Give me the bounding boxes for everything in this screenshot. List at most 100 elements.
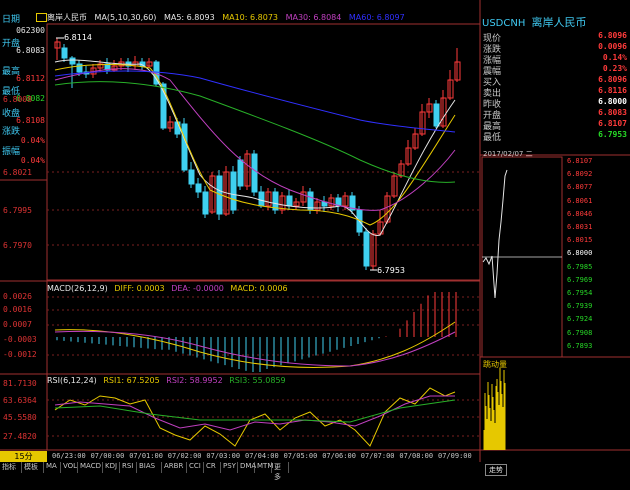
- rsi-header: RSI(6,12,24) RSI1: 67.5205 RSI2: 58.9952…: [47, 376, 286, 385]
- mini-axis-label: 6.8077: [567, 183, 593, 192]
- macd-dea: DEA: -0.0000: [171, 284, 224, 293]
- time-axis-label: 06/23:00: [52, 452, 86, 460]
- candle-body: [69, 57, 76, 65]
- mini-date: 2017/02/07 二: [483, 150, 533, 158]
- macd-axis-label: 0.0007: [3, 320, 32, 329]
- quote-row-value: 0.23%: [602, 64, 627, 73]
- high-annotation: 6.8114: [64, 33, 92, 42]
- candle-body: [251, 153, 258, 193]
- time-axis-label: 07/00:00: [90, 452, 125, 460]
- intraday-mini-chart: [482, 169, 508, 450]
- indicator-tab[interactable]: BIAS: [137, 462, 162, 473]
- quote-row-value: 6.8096: [598, 75, 627, 84]
- indicator-tab[interactable]: RSI: [120, 462, 137, 473]
- rsi-axis-label: 27.4820: [3, 432, 37, 441]
- macd-series: [54, 292, 457, 372]
- indicator-tab[interactable]: VOL: [61, 462, 78, 473]
- rsi2-value: RSI2: 58.9952: [166, 376, 223, 385]
- rsi-axis-label: 63.6364: [3, 396, 37, 405]
- ma-line: [54, 70, 456, 133]
- macd-value: MACD: 0.0006: [230, 284, 288, 293]
- indicator-tab[interactable]: MACD: [78, 462, 103, 473]
- mini-axis-label: 6.7908: [567, 328, 593, 337]
- time-axis-label: 07/08:00: [399, 452, 434, 460]
- candle-body: [195, 183, 202, 193]
- mini-axis-label: 6.7939: [567, 302, 593, 311]
- candle-body: [188, 169, 195, 185]
- symbol-title: USDCNH 离岸人民币: [482, 14, 587, 30]
- indicator-tab[interactable]: 模板: [22, 462, 44, 473]
- price-axis-label: 6.8008: [3, 95, 32, 104]
- rsi1-line: [54, 387, 456, 447]
- symbol-code: USDCNH: [482, 18, 526, 29]
- rsi2-line: [54, 395, 455, 431]
- quote-row-value: 6.8000: [598, 97, 627, 106]
- candle-body: [230, 171, 237, 211]
- macd-diff-line: [54, 321, 456, 368]
- trend-tab[interactable]: 走势: [485, 464, 507, 476]
- price-axis-label: 6.7970: [3, 241, 32, 250]
- quote-row-value: 0.14%: [602, 53, 627, 62]
- mini-axis-label: 6.7954: [567, 289, 593, 297]
- time-axis-label: 07/06:00: [322, 452, 356, 460]
- candle-body: [258, 191, 265, 207]
- mini-axis-label: 6.7969: [567, 275, 593, 284]
- low-annotation: 6.7953: [377, 266, 405, 275]
- price-axis-label: 6.8021: [3, 168, 32, 177]
- macd-axis-label: -0.0012: [3, 350, 37, 359]
- symbol-name: 离岸人民币: [531, 16, 587, 29]
- ma-line: [54, 64, 456, 226]
- indicator-tab[interactable]: 更多: [272, 462, 289, 481]
- period-selector[interactable]: 15分: [0, 451, 47, 462]
- time-axis-label: 07/04:00: [245, 452, 279, 460]
- time-axis-label: 07/01:00: [129, 452, 163, 460]
- mini-axis-label: 6.8107: [567, 157, 593, 165]
- tick-volume-label: 跳动量: [483, 360, 507, 369]
- time-axis-label: 07/05:00: [283, 452, 318, 460]
- mini-axis-label: 6.8092: [567, 170, 593, 179]
- macd-axis-label: 0.0026: [3, 292, 32, 301]
- rsi-axis-label: 81.7130: [3, 379, 37, 388]
- candle-body: [237, 159, 244, 187]
- macd-header: MACD(26,12,9) DIFF: 0.0003 DEA: -0.0000 …: [47, 284, 288, 293]
- mini-axis-label: 6.8046: [567, 209, 593, 218]
- indicator-tab[interactable]: 指标: [0, 462, 22, 473]
- macd-axis-label: -0.0003: [3, 335, 37, 344]
- time-axis-label: 07/02:00: [167, 452, 202, 460]
- indicator-tab[interactable]: PSY: [221, 462, 238, 473]
- quote-row-value: 6.8116: [598, 86, 627, 95]
- rsi-label: RSI(6,12,24): [47, 376, 97, 385]
- rsi3-value: RSI3: 55.0859: [229, 376, 286, 385]
- mini-axis-label: 6.8000: [567, 249, 593, 258]
- mini-axis-label: 6.8031: [567, 223, 593, 231]
- macd-axis-label: 0.0016: [3, 305, 32, 314]
- chart-canvas: 6.8114 6.7953: [0, 0, 630, 462]
- quote-row-value: 6.8083: [598, 108, 627, 117]
- time-axis-label: 07/09:00: [438, 452, 472, 460]
- mini-axis-label: 6.8061: [567, 196, 593, 205]
- mini-axis-label: 6.8015: [567, 236, 593, 245]
- indicator-tab[interactable]: DMA: [238, 462, 256, 473]
- intraday-price-line: [482, 169, 508, 299]
- price-axis-label: 6.7995: [3, 206, 32, 215]
- candle-body: [433, 103, 440, 127]
- moving-average-lines: [54, 59, 456, 236]
- candle-body: [202, 191, 209, 215]
- macd-label: MACD(26,12,9): [47, 284, 108, 293]
- quote-row-value: 6.8096: [598, 31, 627, 40]
- indicator-tab[interactable]: MTM: [255, 462, 273, 473]
- candle-body: [286, 195, 293, 207]
- macd-diff: DIFF: 0.0003: [114, 284, 165, 293]
- indicator-tab[interactable]: MA: [44, 462, 61, 473]
- quote-row-value: 6.7953: [598, 130, 627, 139]
- indicator-tab[interactable]: CR: [204, 462, 221, 473]
- indicator-tab[interactable]: ARBR: [162, 462, 187, 473]
- indicator-tab[interactable]: CCI: [187, 462, 204, 473]
- mini-axis-label: 6.7924: [567, 315, 593, 324]
- mini-axis-label: 6.7985: [567, 262, 593, 271]
- quote-row-value: 0.0096: [598, 42, 627, 51]
- macd-dea-line: [54, 330, 456, 367]
- candle-body: [61, 47, 68, 59]
- indicator-tab[interactable]: KDJ: [103, 462, 120, 473]
- rsi-axis-label: 45.5580: [3, 413, 37, 422]
